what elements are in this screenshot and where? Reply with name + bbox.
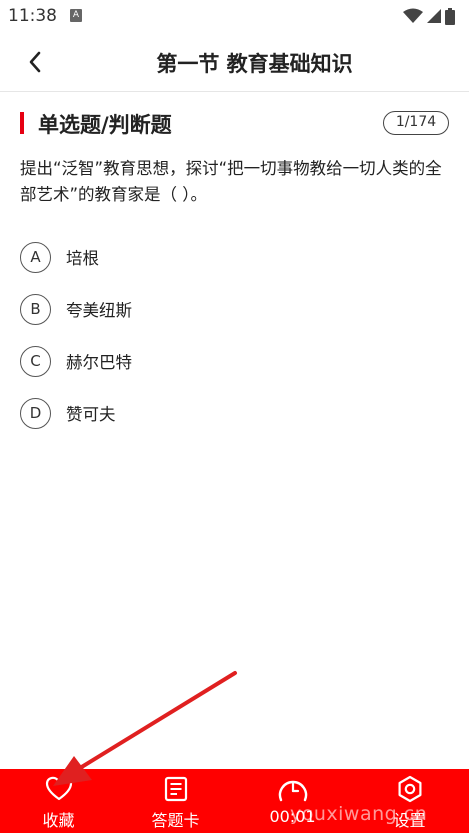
watermark-text: youxiwang.cn [290,803,428,825]
option-text: 夸美纽斯 [66,301,132,320]
status-icons [403,7,455,25]
section-accent-bar [20,112,24,134]
status-time: 11:38 [8,6,57,26]
option-b[interactable]: B 夸美纽斯 [20,283,450,335]
heart-icon [44,774,74,804]
option-text: 培根 [66,249,99,268]
section-title: 单选题/判断题 [38,113,172,137]
answer-card-button[interactable]: 答题卡 [117,769,234,833]
status-bar: 11:38 A [0,0,469,32]
options-list: A 培根 B 夸美纽斯 C 赫尔巴特 D 赞可夫 [20,231,450,439]
option-letter-circle: A [20,241,51,273]
favorite-label: 收藏 [42,811,75,830]
wifi-icon [403,8,423,23]
notification-icon: A [70,9,82,22]
gear-icon [395,774,425,804]
answer-sheet-icon [161,774,191,804]
option-d[interactable]: D 赞可夫 [20,387,450,439]
option-letter-circle: C [20,345,51,377]
page-title: 第一节 教育基础知识 [156,52,353,76]
option-text: 赫尔巴特 [66,353,132,372]
option-text: 赞可夫 [66,405,116,424]
favorite-button[interactable]: 收藏 [0,769,117,833]
question-counter-badge: 1/174 [383,111,449,135]
section-header: 单选题/判断题 1/174 [0,107,469,139]
option-c[interactable]: C 赫尔巴特 [20,335,450,387]
title-bar: 第一节 教育基础知识 [0,32,469,92]
option-a[interactable]: A 培根 [20,231,450,283]
signal-icon [427,9,441,23]
option-letter-circle: B [20,293,51,325]
battery-icon [445,7,455,25]
clock-icon [278,774,308,804]
option-letter-circle: D [20,397,51,429]
question-text: 提出“泛智”教育思想，探讨“把一切事物教给一切人类的全部艺术”的教育家是（ ）。 [20,159,442,204]
answer-card-label: 答题卡 [151,811,200,830]
